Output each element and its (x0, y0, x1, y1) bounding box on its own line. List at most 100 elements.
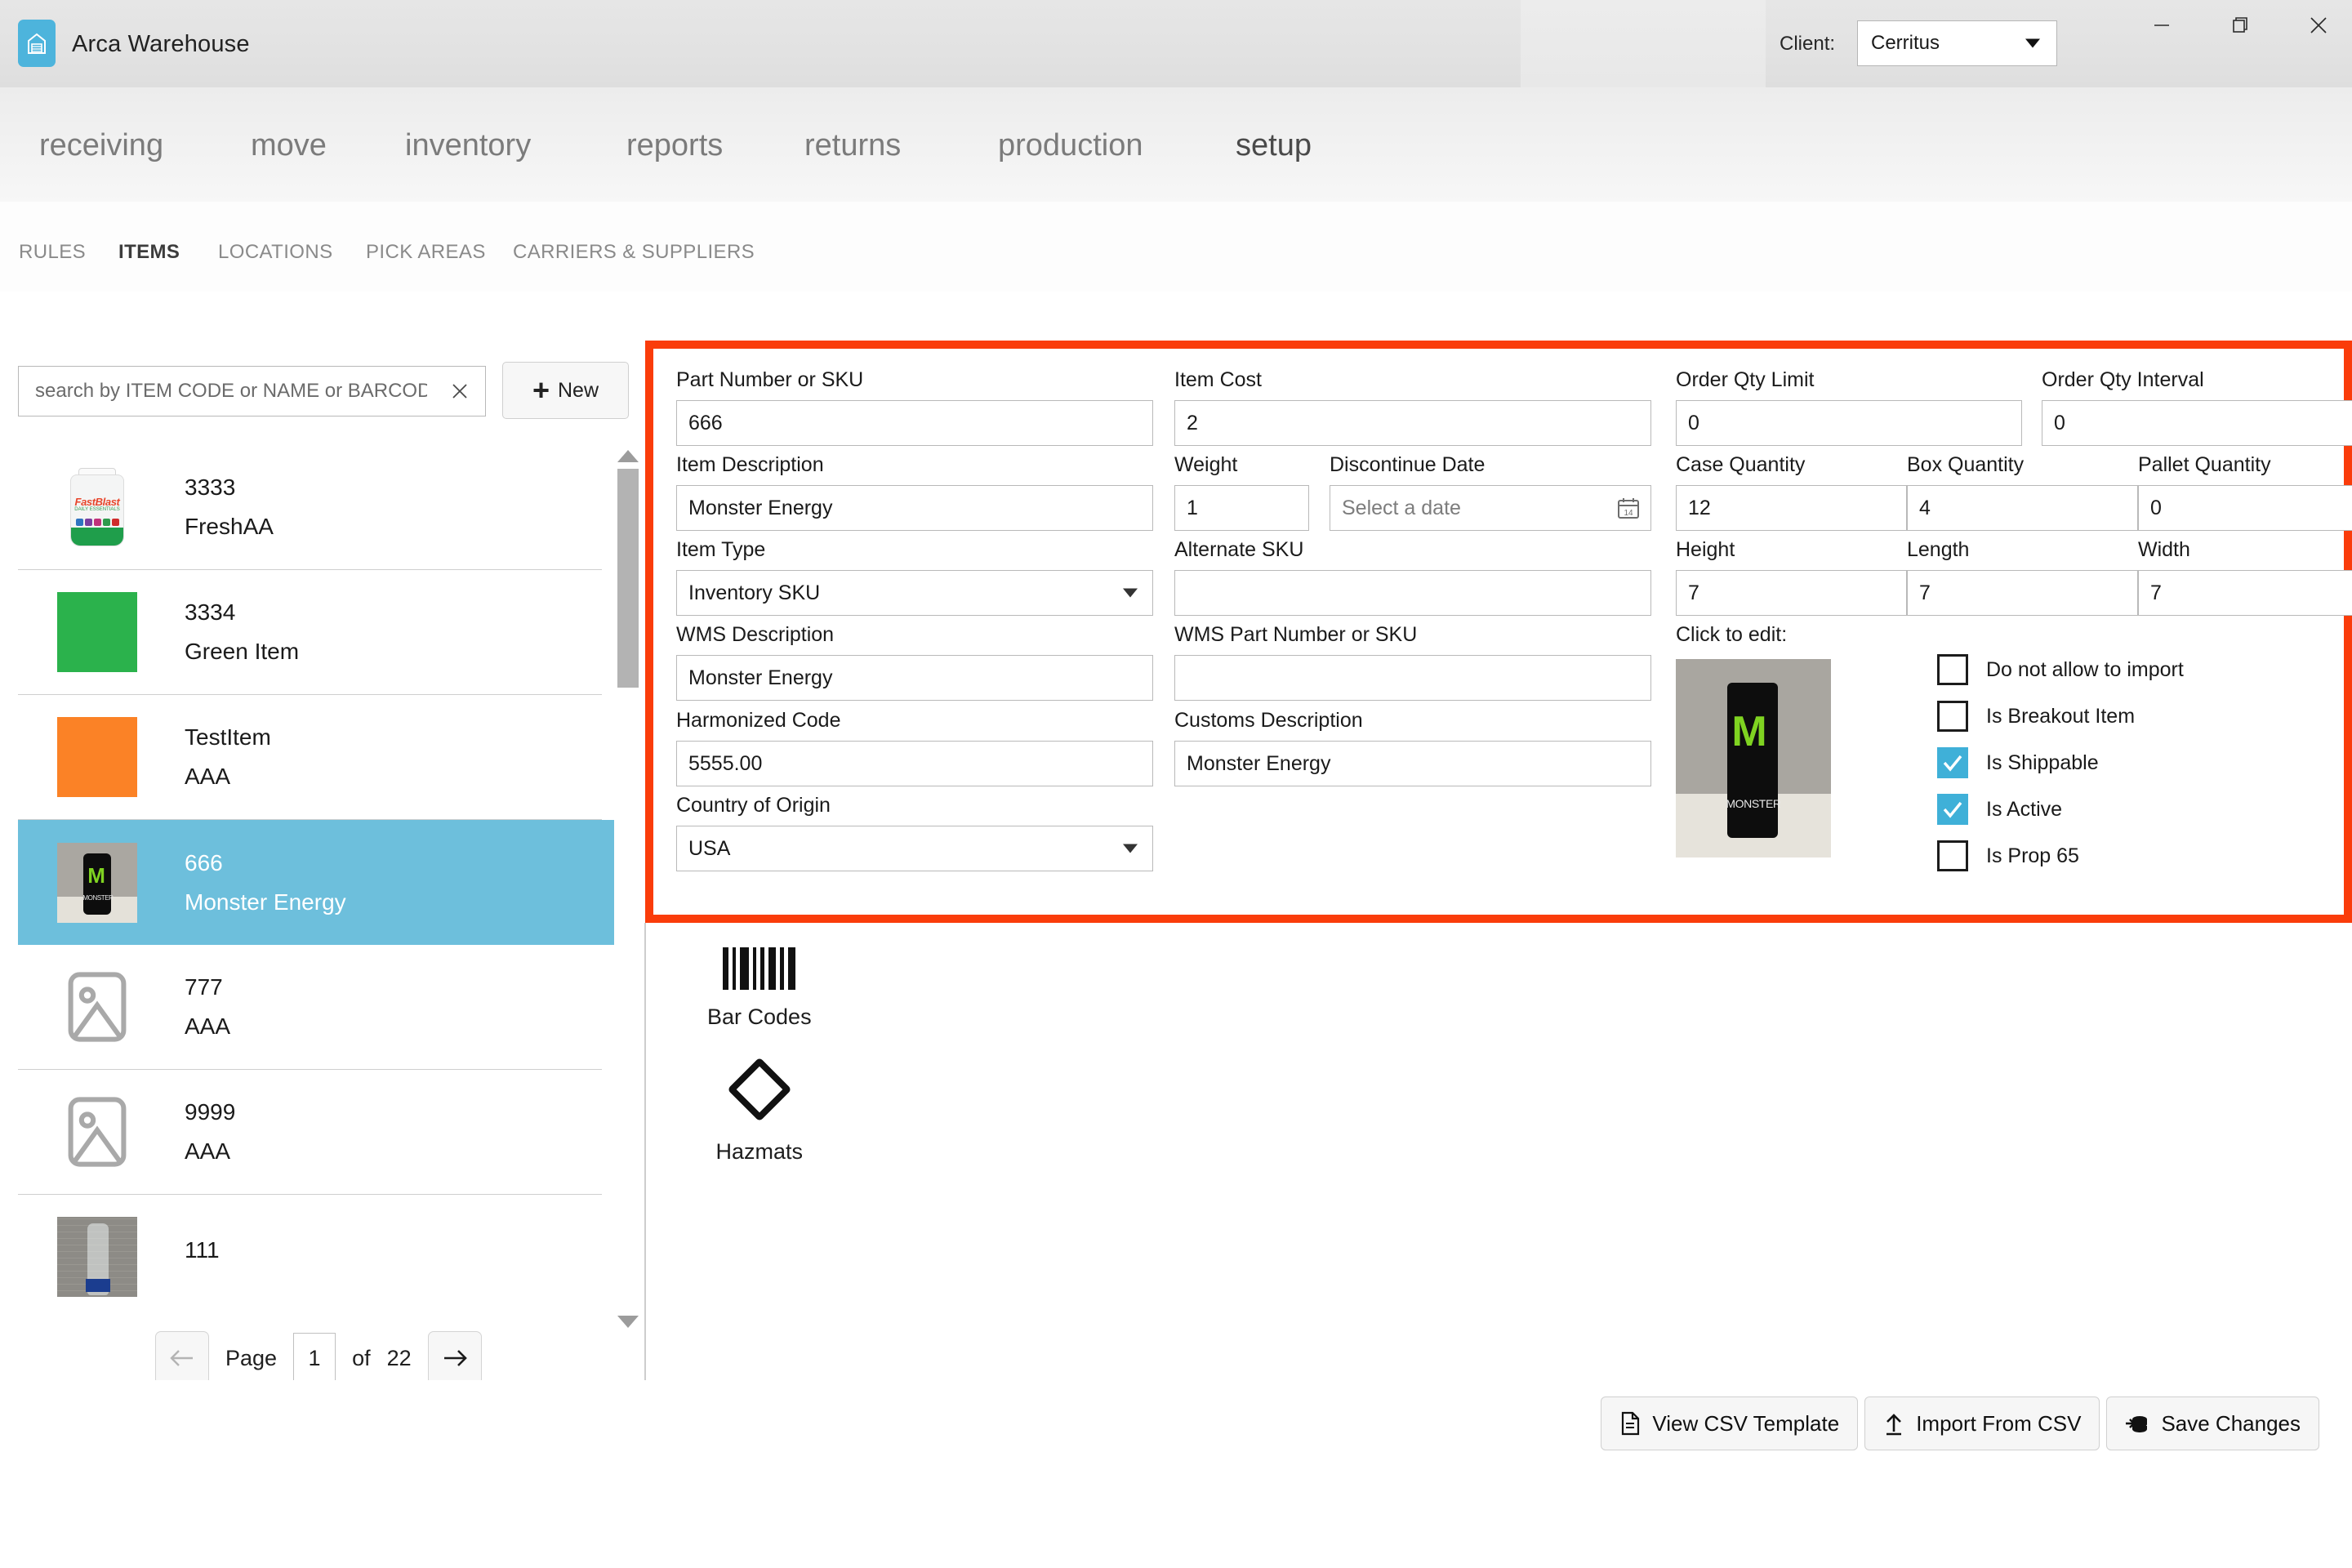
item-type-select[interactable]: Inventory SKU (676, 570, 1153, 616)
field-label: Customs Description (1174, 709, 1363, 732)
harmonized-code-input[interactable]: 5555.00 (676, 741, 1153, 786)
item-description-input[interactable]: Monster Energy (676, 485, 1153, 531)
customs-description-input[interactable]: Monster Energy (1174, 741, 1651, 786)
item-code: 666 (185, 849, 223, 875)
list-item[interactable]: 777 AAA (18, 945, 602, 1070)
item-detail-form: Part Number or SKU 666 Item Description … (645, 341, 2352, 923)
case-quantity-input[interactable]: 12 (1676, 485, 1907, 531)
arrow-right-icon[interactable] (427, 1331, 482, 1385)
new-item-button[interactable]: + New (502, 362, 629, 419)
checkbox[interactable] (1937, 701, 1968, 732)
length-input[interactable]: 7 (1907, 570, 2138, 616)
list-item[interactable]: 9999 AAA (18, 1070, 602, 1195)
close-icon[interactable] (446, 377, 474, 405)
discontinue-date-input[interactable]: Select a date 14 (1330, 485, 1651, 531)
page-of-label: of (352, 1345, 371, 1370)
scroll-down-icon[interactable] (617, 1313, 639, 1330)
wms-description-input[interactable]: Monster Energy (676, 655, 1153, 701)
order-qty-interval-input[interactable]: 0 (2042, 400, 2352, 446)
section-bar-codes[interactable]: Bar Codes (707, 947, 812, 1030)
item-thumbnail-orange-swatch (57, 717, 137, 797)
field-alternate-sku: Alternate SKU (1174, 538, 1651, 616)
checkbox-row-is-prop-65[interactable]: Is Prop 65 (1937, 840, 2184, 871)
checkbox-checked[interactable] (1937, 747, 1968, 778)
scroll-up-icon[interactable] (617, 448, 639, 464)
checkbox-row-is-active[interactable]: Is Active (1937, 794, 2184, 825)
action-buttons: View CSV Template Import From CSV Save C… (1601, 1396, 2319, 1450)
item-name: Green Item (185, 639, 300, 664)
save-changes-button[interactable]: Save Changes (2106, 1396, 2319, 1450)
item-code: 111 (185, 1237, 220, 1263)
view-csv-template-button[interactable]: View CSV Template (1601, 1396, 1859, 1450)
nav-item-production[interactable]: production (998, 128, 1143, 163)
list-item-selected[interactable]: M MONSTER 666 Monster Energy (18, 820, 614, 945)
nav-item-receiving[interactable]: receiving (39, 128, 163, 163)
item-thumbnail-water-bottle (57, 1217, 137, 1297)
tab-locations[interactable]: LOCATIONS (218, 241, 333, 264)
height-input[interactable]: 7 (1676, 570, 1907, 616)
client-select[interactable]: Cerritus (1857, 20, 2057, 66)
checkbox-label: Is Shippable (1986, 751, 2099, 774)
page-number-input[interactable]: 1 (293, 1333, 336, 1383)
item-list[interactable]: FastBlast DAILY ESSENTIALS 3333 FreshAA … (18, 445, 614, 1311)
scrollbar-thumb[interactable] (617, 469, 639, 688)
alternate-sku-input[interactable] (1174, 570, 1651, 616)
tab-pick-areas[interactable]: PICK AREAS (366, 241, 486, 264)
checkbox[interactable] (1937, 654, 1968, 685)
wms-part-number-input[interactable] (1174, 655, 1651, 701)
button-label: Save Changes (2161, 1410, 2301, 1436)
checkbox-checked[interactable] (1937, 794, 1968, 825)
page-total: 22 (386, 1345, 412, 1370)
item-image[interactable]: M MONSTER (1676, 659, 1831, 858)
chevron-down-icon (2025, 38, 2040, 48)
checkbox-row-do-not-allow-import[interactable]: Do not allow to import (1937, 654, 2184, 685)
section-hazmats[interactable]: Hazmats (707, 1054, 812, 1165)
field-label: Country of Origin (676, 794, 831, 817)
field-pallet-quantity: Pallet Quantity 0 (2138, 453, 2352, 531)
checkbox-row-is-shippable[interactable]: Is Shippable (1937, 747, 2184, 778)
list-item[interactable]: 3334 Green Item (18, 570, 602, 695)
upload-icon (1883, 1411, 1904, 1436)
nav-item-setup[interactable]: setup (1236, 128, 1312, 163)
box-quantity-input[interactable]: 4 (1907, 485, 2138, 531)
field-label: Length (1907, 538, 1970, 561)
page-label: Page (225, 1345, 278, 1370)
list-item[interactable]: 111 (18, 1195, 602, 1311)
tab-rules[interactable]: RULES (19, 241, 86, 264)
window-close-button[interactable] (2279, 0, 2352, 51)
item-list-scrollbar[interactable] (617, 448, 639, 1330)
item-code: TestItem (185, 724, 271, 750)
search-input[interactable] (19, 380, 427, 403)
calendar-icon[interactable]: 14 (1616, 496, 1641, 520)
nav-item-move[interactable]: move (251, 128, 327, 163)
tab-items[interactable]: ITEMS (118, 241, 180, 264)
arrow-left-icon[interactable] (155, 1331, 209, 1385)
nav-item-inventory[interactable]: inventory (405, 128, 531, 163)
country-of-origin-select[interactable]: USA (676, 826, 1153, 871)
list-item[interactable]: FastBlast DAILY ESSENTIALS 3333 FreshAA (18, 445, 602, 570)
nav-item-returns[interactable]: returns (804, 128, 901, 163)
checkbox[interactable] (1937, 840, 1968, 871)
field-case-quantity: Case Quantity 12 (1676, 453, 1907, 531)
window-minimize-button[interactable] (2123, 0, 2201, 51)
part-number-input[interactable]: 666 (676, 400, 1153, 446)
list-item[interactable]: TestItem AAA (18, 695, 602, 820)
field-label: Harmonized Code (676, 709, 841, 732)
order-qty-limit-input[interactable]: 0 (1676, 400, 2022, 446)
search-box[interactable] (18, 366, 486, 416)
width-input[interactable]: 7 (2138, 570, 2352, 616)
import-from-csv-button[interactable]: Import From CSV (1864, 1396, 2100, 1450)
item-cost-input[interactable]: 2 (1174, 400, 1651, 446)
nav-item-reports[interactable]: reports (626, 128, 723, 163)
field-country-of-origin: Country of Origin USA (676, 794, 1153, 871)
window-maximize-button[interactable] (2201, 0, 2279, 51)
tab-carriers-and-suppliers[interactable]: CARRIERS & SUPPLIERS (513, 241, 755, 264)
discontinue-date-placeholder: Select a date (1342, 496, 1461, 519)
pallet-quantity-input[interactable]: 0 (2138, 485, 2352, 531)
button-label: Import From CSV (1916, 1410, 2082, 1436)
weight-input[interactable]: 1 (1174, 485, 1309, 531)
checkbox-label: Is Breakout Item (1986, 704, 2136, 728)
field-label: Weight (1174, 453, 1238, 476)
field-label: Item Cost (1174, 368, 1262, 391)
checkbox-row-is-breakout-item[interactable]: Is Breakout Item (1937, 701, 2184, 732)
